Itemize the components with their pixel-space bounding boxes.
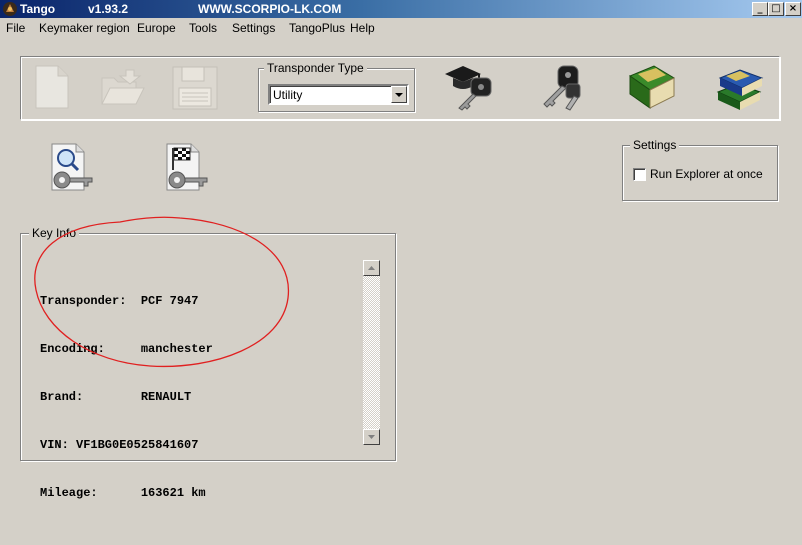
transponder-type-label: Transponder Type xyxy=(264,61,367,75)
key-info-line-vin: VIN: VF1BG0E0525841607 xyxy=(40,438,199,452)
chevron-down-icon xyxy=(395,93,403,97)
window-version: v1.93.2 xyxy=(88,2,129,16)
search-key-document-icon[interactable] xyxy=(48,142,96,192)
save-icon[interactable] xyxy=(170,64,220,112)
menu-bar: File Keymaker region Europe Tools Settin… xyxy=(0,18,802,38)
menu-settings[interactable]: Settings xyxy=(232,21,275,35)
menu-tools[interactable]: Tools xyxy=(189,21,217,35)
menu-tangoplus[interactable]: TangoPlus xyxy=(289,21,345,35)
menu-help[interactable]: Help xyxy=(350,21,375,35)
title-bar: Tango v1.93.2 WWW.SCORPIO-LK.COM _ □ × xyxy=(0,0,802,18)
menu-keymaker-region[interactable]: Keymaker region xyxy=(39,21,130,35)
menu-file[interactable]: File xyxy=(6,21,25,35)
maximize-button[interactable]: □ xyxy=(768,2,784,16)
window-title: Tango xyxy=(20,2,56,16)
close-button[interactable]: × xyxy=(785,2,801,16)
key-info-line-brand: Brand: RENAULT xyxy=(40,390,192,404)
scroll-up-button[interactable] xyxy=(363,260,380,276)
green-book-icon[interactable] xyxy=(626,62,678,112)
scroll-down-button[interactable] xyxy=(363,429,380,445)
key-graduation-cap-icon[interactable] xyxy=(443,62,495,112)
transponder-type-value: Utility xyxy=(273,88,303,102)
scorpio-app-icon xyxy=(3,2,17,16)
checkered-flag-key-document-icon[interactable] xyxy=(163,142,211,192)
window-url: WWW.SCORPIO-LK.COM xyxy=(198,2,342,16)
key-info-group-label: Key Info xyxy=(29,226,80,240)
dropdown-button[interactable] xyxy=(391,86,407,103)
key-info-scrollbar[interactable] xyxy=(363,260,380,445)
run-explorer-checkbox[interactable] xyxy=(633,168,646,181)
minimize-button[interactable]: _ xyxy=(752,2,768,16)
key-info-line-mileage: Mileage: 163621 km xyxy=(40,486,206,500)
open-folder-icon[interactable] xyxy=(98,66,146,110)
key-info-line-encoding: Encoding: manchester xyxy=(40,342,213,356)
new-file-icon[interactable] xyxy=(33,64,71,110)
settings-group-label: Settings xyxy=(630,138,680,152)
menu-europe[interactable]: Europe xyxy=(137,21,176,35)
run-explorer-label: Run Explorer at once xyxy=(650,167,763,181)
keys-icon[interactable] xyxy=(536,62,588,112)
key-info-text: Transponder: PCF 7947 Encoding: manchest… xyxy=(40,261,213,517)
arrow-up-icon xyxy=(368,266,375,270)
transponder-type-select[interactable]: Utility xyxy=(268,84,409,105)
arrow-down-icon xyxy=(368,435,375,439)
key-info-line-transponder: Transponder: PCF 7947 xyxy=(40,294,199,308)
books-icon[interactable] xyxy=(714,62,766,112)
